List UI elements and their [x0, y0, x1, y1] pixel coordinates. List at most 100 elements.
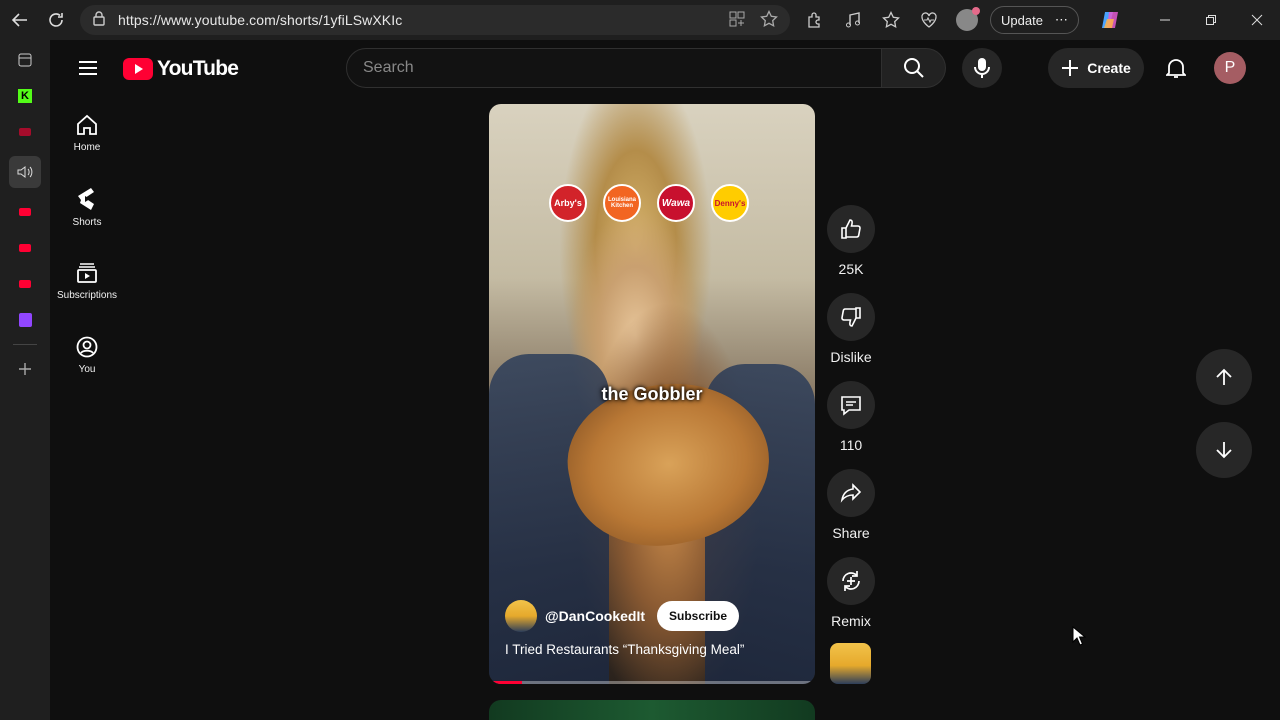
- browser-sidebar: K: [0, 40, 50, 720]
- arrow-down-icon: [1216, 442, 1232, 459]
- youtube-tab-icon[interactable]: [9, 120, 41, 144]
- favorites-icon[interactable]: [876, 5, 906, 35]
- arbys-logo: Arby's: [549, 184, 587, 222]
- dislike-action: Dislike: [826, 293, 876, 381]
- hamburger-menu-icon[interactable]: [72, 52, 104, 84]
- remix-icon: [842, 571, 860, 591]
- progress-fill: [489, 681, 522, 684]
- logo-text: YouTube: [157, 57, 239, 80]
- remix-action: Remix: [826, 557, 876, 645]
- notifications-button[interactable]: [1156, 48, 1196, 88]
- like-count: 25K: [838, 261, 864, 277]
- url-text: https://www.youtube.com/shorts/1yfiLSwXK…: [118, 12, 403, 28]
- dislike-label: Dislike: [830, 349, 872, 365]
- guide-item-subscriptions[interactable]: Subscriptions: [50, 244, 124, 318]
- microphone-icon: [974, 58, 990, 78]
- guide-label: You: [78, 363, 96, 375]
- shorts-video-player[interactable]: Arby's Louisiana Kitchen Wawa Denny's th…: [489, 104, 815, 684]
- guide-label: Subscriptions: [56, 289, 118, 301]
- shorts-actions: 25K Dislike 110 Share Remix: [826, 205, 876, 645]
- restore-icon[interactable]: [1188, 0, 1234, 40]
- channel-row: @DanCookedIt Subscribe: [505, 600, 740, 632]
- bell-icon: [1166, 59, 1186, 78]
- media-control-icon[interactable]: [838, 5, 868, 35]
- next-short-preview[interactable]: [489, 700, 815, 720]
- dislike-button[interactable]: [827, 293, 875, 341]
- home-icon: [77, 114, 97, 135]
- guide-label: Shorts: [72, 216, 102, 228]
- create-button[interactable]: Create: [1048, 48, 1144, 88]
- share-arrow-icon: [840, 483, 862, 503]
- create-label: Create: [1087, 60, 1131, 76]
- next-short-button[interactable]: [1196, 422, 1252, 478]
- video-caption: the Gobbler: [601, 384, 703, 404]
- browser-toolbar: https://www.youtube.com/shorts/1yfiLSwXK…: [0, 0, 1280, 40]
- progress-bar[interactable]: [489, 681, 815, 684]
- avatar-letter: P: [1224, 59, 1236, 76]
- channel-avatar[interactable]: [505, 600, 537, 632]
- comments-button[interactable]: [827, 381, 875, 429]
- subscriptions-icon: [77, 262, 97, 283]
- voice-search-button[interactable]: [962, 48, 1002, 88]
- youtube-header: YouTube Create P: [50, 40, 1280, 96]
- guide-item-shorts[interactable]: Shorts: [50, 170, 124, 244]
- like-button[interactable]: [827, 205, 875, 253]
- remix-button[interactable]: [827, 557, 875, 605]
- plus-icon: [1062, 60, 1079, 76]
- you-icon: [76, 336, 98, 357]
- louisiana-kitchen-logo: Louisiana Kitchen: [603, 184, 641, 222]
- shorts-icon: [78, 187, 94, 210]
- comment-icon: [841, 396, 861, 416]
- guide-item-home[interactable]: Home: [50, 96, 124, 170]
- mouse-cursor-icon: [1072, 625, 1087, 651]
- kick-tab-icon[interactable]: K: [9, 84, 41, 108]
- sound-thumbnail[interactable]: [830, 643, 871, 684]
- app-available-icon[interactable]: [728, 10, 746, 33]
- search-icon: [903, 58, 924, 78]
- copilot-icon[interactable]: [1095, 5, 1125, 35]
- remix-label: Remix: [831, 613, 871, 629]
- account-avatar[interactable]: P: [1214, 52, 1246, 84]
- update-label: Update: [1001, 12, 1043, 28]
- extensions-icon[interactable]: [800, 5, 830, 35]
- youtube-tab-icon[interactable]: [9, 272, 41, 296]
- browser-essentials-icon[interactable]: [914, 5, 944, 35]
- guide-label: Home: [73, 141, 101, 153]
- youtube-play-icon: [123, 58, 153, 80]
- youtube-logo[interactable]: YouTube: [123, 57, 239, 81]
- share-label: Share: [832, 525, 870, 541]
- share-action: Share: [826, 469, 876, 557]
- thumbs-up-icon: [841, 219, 861, 239]
- profile-icon[interactable]: [952, 5, 982, 35]
- new-tab-plus-icon[interactable]: [9, 357, 41, 381]
- audio-playing-tab-icon[interactable]: [9, 156, 41, 188]
- guide-sidebar: Home Shorts Subscriptions You: [50, 96, 124, 720]
- thumbs-down-icon: [841, 307, 861, 327]
- previous-short-button[interactable]: [1196, 349, 1252, 405]
- tab-actions-icon[interactable]: [9, 48, 41, 72]
- refresh-icon[interactable]: [38, 2, 74, 38]
- minimize-icon[interactable]: [1142, 0, 1188, 40]
- search-field[interactable]: [346, 48, 882, 88]
- video-title[interactable]: I Tried Restaurants “Thanksgiving Meal”: [505, 642, 744, 657]
- twitch-tab-icon[interactable]: [9, 308, 41, 332]
- youtube-tab-icon[interactable]: [9, 236, 41, 260]
- arrow-up-icon: [1216, 368, 1232, 385]
- update-button[interactable]: Update ⋯: [990, 6, 1079, 34]
- search-button[interactable]: [882, 48, 946, 88]
- favorite-star-icon[interactable]: [760, 9, 778, 33]
- search-input[interactable]: [363, 59, 881, 77]
- site-info-icon[interactable]: [92, 10, 106, 31]
- address-bar[interactable]: https://www.youtube.com/shorts/1yfiLSwXK…: [80, 5, 790, 35]
- back-icon[interactable]: [2, 2, 38, 38]
- dennys-logo: Denny's: [711, 184, 749, 222]
- youtube-tab-icon[interactable]: [9, 200, 41, 224]
- guide-item-you[interactable]: You: [50, 318, 124, 392]
- close-icon[interactable]: [1234, 0, 1280, 40]
- restaurant-logos: Arby's Louisiana Kitchen Wawa Denny's: [549, 184, 749, 222]
- comments-action: 110: [826, 381, 876, 469]
- share-button[interactable]: [827, 469, 875, 517]
- comment-count: 110: [839, 437, 863, 453]
- channel-name[interactable]: @DanCookedIt: [545, 608, 645, 624]
- subscribe-button[interactable]: Subscribe: [657, 601, 740, 631]
